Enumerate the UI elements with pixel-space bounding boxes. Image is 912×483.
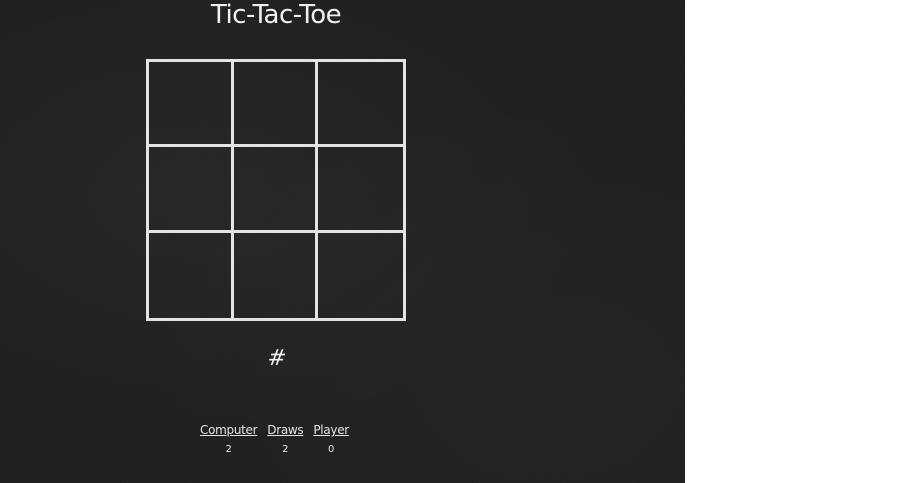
score-computer-value: 2 — [225, 444, 232, 455]
board-cell-2-1[interactable] — [149, 147, 234, 233]
score-draws-value: 2 — [282, 444, 289, 455]
board-cell-3-3[interactable] — [318, 233, 403, 318]
reset-hash-button[interactable]: # — [260, 344, 294, 372]
board-cell-3-2[interactable] — [234, 232, 319, 318]
score-player: Player 0 — [313, 421, 349, 459]
game-title: Tic-Tac-Toe — [210, 0, 342, 30]
board-cell-1-2[interactable] — [233, 62, 319, 148]
board-cell-2-2[interactable] — [233, 147, 319, 233]
score-player-label: Player — [313, 423, 349, 437]
score-computer-label: Computer — [200, 423, 258, 437]
game-board — [146, 59, 406, 321]
chalkboard-background: Tic-Tac-Toe # Computer 2 Draws 2 Player … — [0, 0, 685, 483]
score-draws: Draws 2 — [267, 421, 303, 459]
scoreboard: Computer 2 Draws 2 Player 0 — [200, 421, 349, 459]
score-computer: Computer 2 — [200, 421, 258, 459]
board-cell-2-3[interactable] — [318, 147, 403, 233]
board-cell-1-3[interactable] — [318, 62, 403, 148]
board-cell-1-1[interactable] — [149, 62, 234, 148]
board-cell-3-1[interactable] — [149, 232, 234, 318]
score-player-value: 0 — [327, 444, 335, 455]
score-draws-label: Draws — [267, 423, 304, 437]
